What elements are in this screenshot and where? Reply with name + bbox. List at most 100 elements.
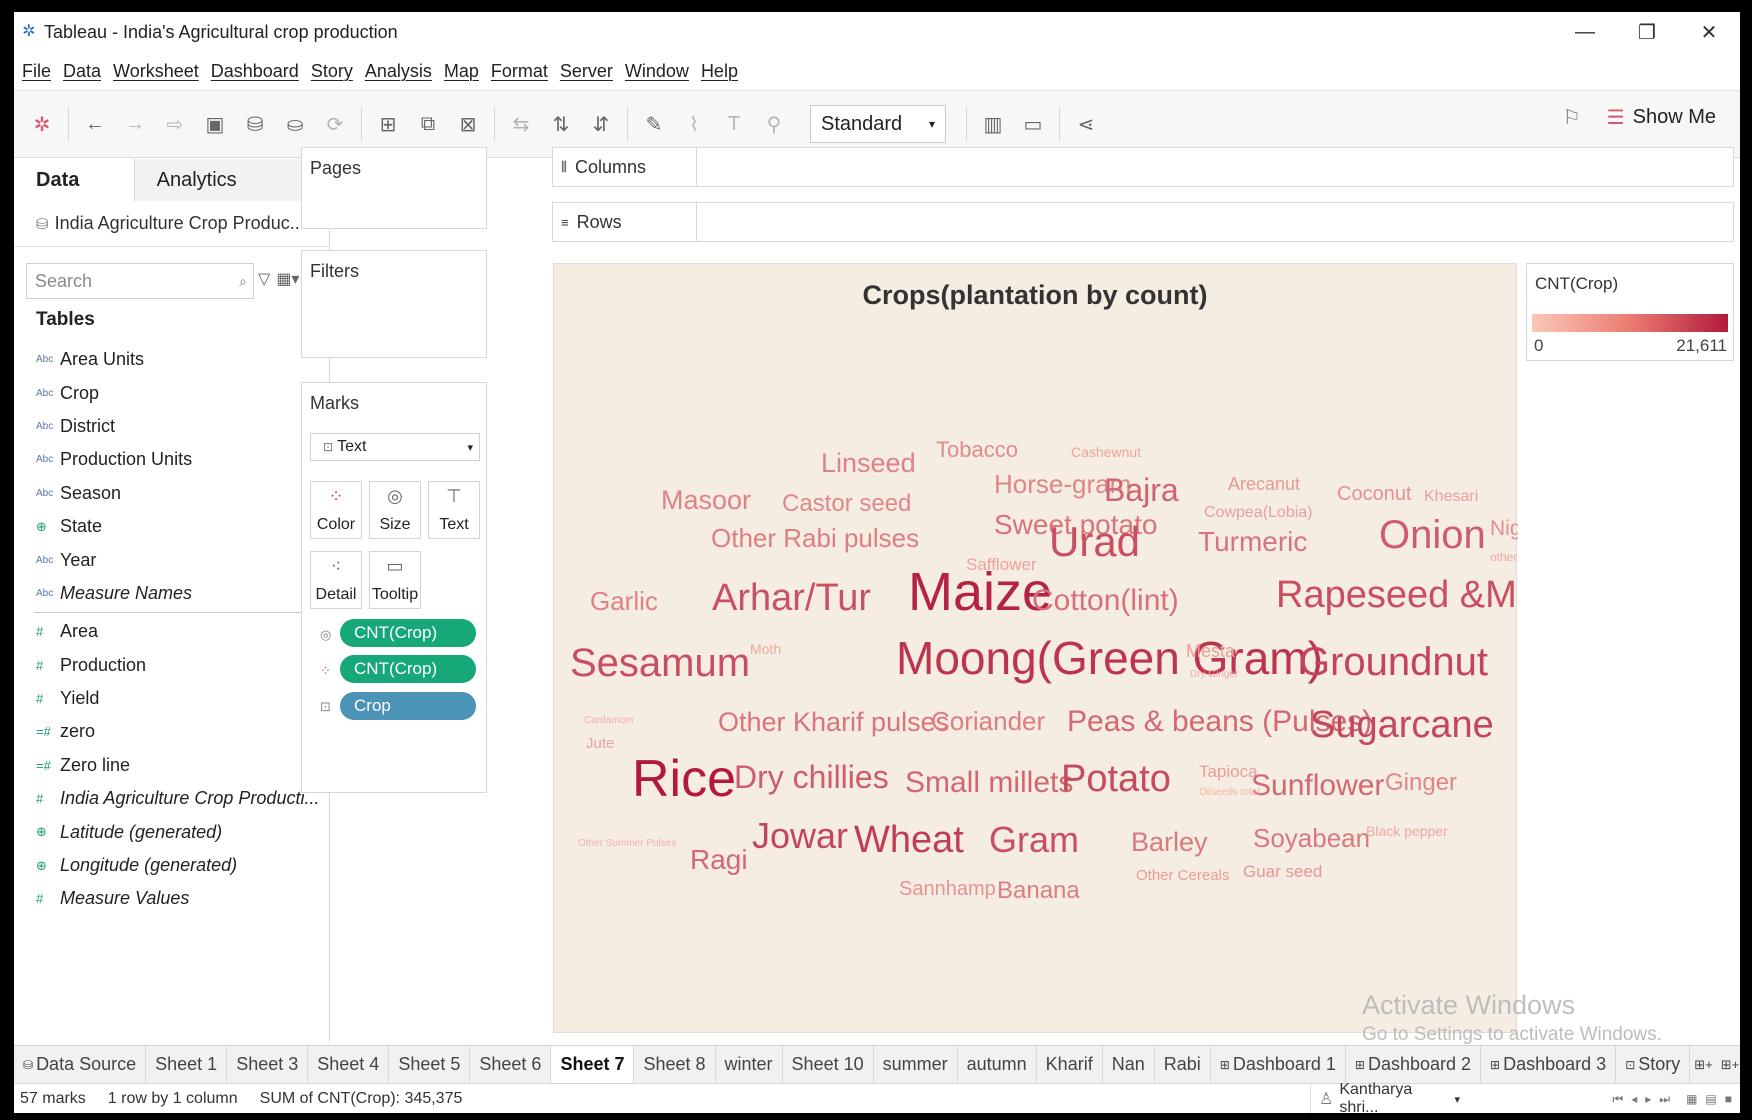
word-turmeric[interactable]: Turmeric xyxy=(1198,526,1307,557)
tab-sheet-5[interactable]: Sheet 5 xyxy=(389,1046,471,1083)
word-dry-chillies[interactable]: Dry chillies xyxy=(734,759,889,795)
word-sannhamp[interactable]: Sannhamp xyxy=(899,878,996,900)
tab-dashboard-2[interactable]: ⊞ Dashboard 2 xyxy=(1346,1046,1482,1083)
new-dashboard-icon[interactable]: ⊞+ xyxy=(1717,1046,1740,1083)
first-sheet-icon[interactable]: ⏮ xyxy=(1612,1092,1623,1107)
prev-sheet-icon[interactable]: ◂ xyxy=(1631,1092,1637,1106)
word-tobacco[interactable]: Tobacco xyxy=(936,437,1018,462)
word-other-summer-pulses[interactable]: Other Summer Pulses xyxy=(578,838,676,849)
minimize-icon[interactable]: — xyxy=(1554,12,1616,52)
field-season[interactable]: Abc Season xyxy=(14,477,330,510)
tooltip-button[interactable]: ▭ Tooltip xyxy=(369,551,421,609)
tab-nan[interactable]: Nan xyxy=(1103,1046,1155,1083)
pages-shelf[interactable]: Pages xyxy=(301,147,487,229)
new-datasource-icon[interactable]: ⛁ xyxy=(235,104,275,144)
field-measure-names[interactable]: Abc Measure Names xyxy=(14,577,330,610)
word-guar-seed[interactable]: Guar seed xyxy=(1243,862,1322,881)
pause-updates-icon[interactable]: ⛀ xyxy=(275,104,315,144)
field-zero[interactable]: =# zero xyxy=(14,715,330,748)
field-latitude-generated[interactable]: ⊕ Latitude (generated) xyxy=(14,815,330,848)
word-rapeseed-mustard[interactable]: Rapeseed &Mustard xyxy=(1276,574,1518,616)
menu-worksheet[interactable]: Worksheet xyxy=(113,61,199,82)
word-dry-ginger[interactable]: Dry Ginger xyxy=(1190,669,1239,680)
word-small-millets[interactable]: Small millets xyxy=(905,766,1073,799)
word-barley[interactable]: Barley xyxy=(1131,827,1208,857)
viz-canvas[interactable]: Crops(plantation by count) Tobacco Cashew… xyxy=(553,263,1518,1033)
search-input[interactable]: Search ⌕ xyxy=(26,263,254,299)
menu-help[interactable]: Help xyxy=(701,61,738,82)
word-coconut[interactable]: Coconut xyxy=(1337,483,1412,505)
fit-dropdown[interactable]: Standard ▾ xyxy=(810,105,946,143)
word-garlic[interactable]: Garlic xyxy=(590,586,658,616)
highlight-icon[interactable]: ✎ xyxy=(634,104,674,144)
word-groundnut[interactable]: Groundnut xyxy=(1299,640,1488,684)
word-soyabean[interactable]: Soyabean xyxy=(1253,823,1370,853)
field-crop[interactable]: Abc Crop xyxy=(14,376,330,409)
tab-data-source[interactable]: ⛁ Data Source xyxy=(14,1046,147,1083)
text-button[interactable]: ⊤ Text xyxy=(428,481,480,539)
size-pill[interactable]: CNT(Crop) xyxy=(340,619,476,647)
word-masoor[interactable]: Masoor xyxy=(661,485,751,515)
filmstrip-view-icon[interactable]: ▦ xyxy=(1686,1092,1697,1106)
tab-kharif[interactable]: Kharif xyxy=(1037,1046,1103,1083)
word-other-kharif-pulses[interactable]: Other Kharif pulses xyxy=(718,707,949,737)
tab-sheet-1[interactable]: Sheet 1 xyxy=(146,1046,228,1083)
field-production[interactable]: # Production xyxy=(14,649,330,682)
color-button[interactable]: ⁘ Color xyxy=(310,481,362,539)
word-cardamom[interactable]: Cardamom xyxy=(584,715,633,726)
duplicate-sheet-icon[interactable]: ⧉ xyxy=(408,104,448,144)
word-other-rabi-pulses[interactable]: Other Rabi pulses xyxy=(711,523,919,553)
menu-map[interactable]: Map xyxy=(444,61,479,82)
mark-type-dropdown[interactable]: ⊡ Text ▾ xyxy=(310,433,480,461)
word-castor-seed[interactable]: Castor seed xyxy=(782,490,911,517)
word-cashewnut[interactable]: Cashewnut xyxy=(1071,444,1141,460)
sort-descending-icon[interactable]: ⇵ xyxy=(581,104,621,144)
datasource-item[interactable]: ⛁ India Agriculture Crop Produc... xyxy=(14,201,329,247)
tab-data[interactable]: Data xyxy=(14,159,134,201)
new-worksheet-icon[interactable]: ⊞+ xyxy=(1690,1046,1716,1083)
menu-data[interactable]: Data xyxy=(63,61,101,82)
word-wheat[interactable]: Wheat xyxy=(854,819,964,861)
group-members-icon[interactable]: ⌇ xyxy=(674,104,714,144)
text-pill[interactable]: Crop xyxy=(340,692,476,720)
tab-sheet-6[interactable]: Sheet 6 xyxy=(470,1046,552,1083)
word-gram[interactable]: Gram xyxy=(989,819,1079,860)
word-bajra[interactable]: Bajra xyxy=(1104,472,1179,508)
detail-button[interactable]: ⁖ Detail xyxy=(310,551,362,609)
field-measure-values[interactable]: # Measure Values xyxy=(14,882,330,915)
tab-dashboard-1[interactable]: ⊞ Dashboard 1 xyxy=(1211,1046,1346,1083)
word-mesta[interactable]: Mesta xyxy=(1186,641,1236,661)
word-moong-green-gram[interactable]: Moong(Green Gram) xyxy=(896,632,1323,684)
field-production-units[interactable]: Abc Production Units xyxy=(14,443,330,476)
field-state[interactable]: ⊕ State xyxy=(14,510,330,543)
word-onion[interactable]: Onion xyxy=(1379,513,1486,557)
word-coriander[interactable]: Coriander xyxy=(931,706,1046,736)
word-cotton-lint[interactable]: Cotton(lint) xyxy=(1032,584,1179,617)
menu-analysis[interactable]: Analysis xyxy=(365,61,432,82)
tab-view-icon[interactable]: ■ xyxy=(1725,1092,1732,1106)
menu-format[interactable]: Format xyxy=(491,61,548,82)
format-painter-icon[interactable]: ⚐ xyxy=(1563,105,1581,130)
word-khesari[interactable]: Khesari xyxy=(1424,488,1478,505)
share-icon[interactable]: ⋖ xyxy=(1066,104,1106,144)
columns-shelf[interactable]: ⫼ Columns xyxy=(552,147,1734,187)
field-area[interactable]: # Area xyxy=(14,615,330,648)
undo-icon[interactable]: ← xyxy=(75,104,115,144)
color-pill[interactable]: CNT(Crop) xyxy=(340,655,476,683)
tableau-home-icon[interactable]: ✲ xyxy=(22,104,62,144)
word-sunflower[interactable]: Sunflower xyxy=(1251,769,1384,802)
last-sheet-icon[interactable]: ⏭ xyxy=(1659,1092,1670,1107)
clear-sheet-icon[interactable]: ⊠ xyxy=(448,104,488,144)
size-button[interactable]: ◎ Size xyxy=(369,481,421,539)
tab-story[interactable]: ⊡ Story xyxy=(1616,1046,1691,1083)
word-black-pepper[interactable]: Black pepper xyxy=(1366,823,1448,839)
field-zero-line[interactable]: =# Zero line xyxy=(14,749,330,782)
field-district[interactable]: Abc District xyxy=(14,410,330,443)
replay-icon[interactable]: ⇨ xyxy=(155,104,195,144)
close-icon[interactable]: ✕ xyxy=(1678,12,1740,52)
word-maize[interactable]: Maize xyxy=(908,562,1052,622)
word-moth[interactable]: Moth xyxy=(750,641,781,657)
view-options-icon[interactable]: ▦▾ xyxy=(276,269,299,289)
word-sesamum[interactable]: Sesamum xyxy=(570,641,750,685)
tab-dashboard-3[interactable]: ⊞ Dashboard 3 xyxy=(1481,1046,1617,1083)
